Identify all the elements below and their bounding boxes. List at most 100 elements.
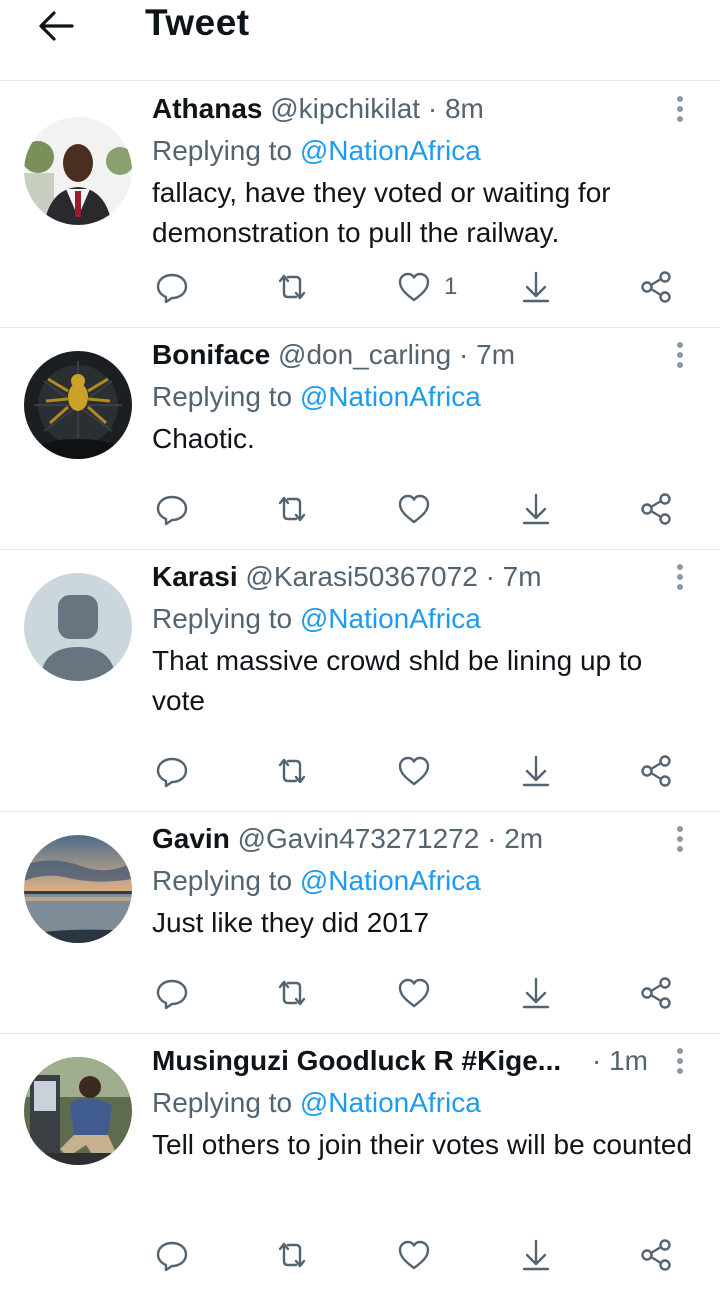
replying-to: Replying to @NationAfrica [152, 1083, 481, 1123]
heart-icon [398, 1240, 430, 1270]
author-handle[interactable]: @Gavin473271272 [238, 823, 480, 854]
reply-button[interactable] [154, 751, 190, 791]
replying-to: Replying to @NationAfrica [152, 599, 481, 639]
more-options-icon[interactable] [668, 821, 692, 857]
download-button[interactable] [518, 489, 554, 529]
replying-to: Replying to @NationAfrica [152, 377, 481, 417]
more-options-icon[interactable] [668, 1043, 692, 1079]
mention-link[interactable]: @NationAfrica [300, 135, 481, 166]
download-button[interactable] [518, 267, 554, 307]
share-button[interactable] [638, 751, 674, 791]
tweet-time[interactable]: 1m [609, 1045, 648, 1076]
replying-to: Replying to @NationAfrica [152, 861, 481, 901]
reply-button[interactable] [154, 1235, 190, 1275]
replying-label: Replying to [152, 865, 293, 896]
tweet-actions [152, 489, 692, 529]
author-name[interactable]: Musinguzi Goodluck R #Kige... [152, 1045, 561, 1076]
reply-icon [156, 757, 188, 788]
mention-link[interactable]: @NationAfrica [300, 603, 481, 634]
share-button[interactable] [638, 489, 674, 529]
more-options-icon[interactable] [668, 91, 692, 127]
tweet-item[interactable]: Musinguzi Goodluck R #Kige... · 1m Reply… [0, 1033, 720, 1289]
reply-icon [156, 273, 188, 304]
separator-dot: · [427, 93, 438, 124]
replying-to: Replying to @NationAfrica [152, 131, 481, 171]
retweet-button[interactable] [274, 489, 310, 529]
retweet-button[interactable] [274, 751, 310, 791]
reply-button[interactable] [154, 973, 190, 1013]
more-options-icon[interactable] [668, 337, 692, 373]
tweet-time[interactable]: 7m [503, 561, 542, 592]
replying-label: Replying to [152, 603, 293, 634]
replying-label: Replying to [152, 381, 293, 412]
tweet-header: Karasi @Karasi50367072 · 7m [152, 557, 652, 597]
mention-link[interactable]: @NationAfrica [300, 865, 481, 896]
avatar[interactable] [24, 1057, 132, 1165]
mention-link[interactable]: @NationAfrica [300, 1087, 481, 1118]
tweet-item[interactable]: Karasi @Karasi50367072 · 7m Replying to … [0, 549, 720, 812]
author-name[interactable]: Gavin [152, 823, 230, 854]
tweet-time[interactable]: 7m [476, 339, 515, 370]
heart-icon [398, 978, 430, 1008]
tweet-header: Gavin @Gavin473271272 · 2m [152, 819, 652, 859]
tweet-header: Boniface @don_carling · 7m [152, 335, 652, 375]
retweet-button[interactable] [274, 1235, 310, 1275]
separator-dot: · [592, 1045, 602, 1076]
author-name[interactable]: Athanas [152, 93, 262, 124]
tweet-time[interactable]: 2m [504, 823, 543, 854]
heart-icon [398, 272, 430, 302]
reply-button[interactable] [154, 267, 190, 307]
replying-label: Replying to [152, 135, 293, 166]
author-name[interactable]: Karasi [152, 561, 238, 592]
share-icon [641, 493, 671, 525]
download-button[interactable] [518, 973, 554, 1013]
retweet-icon [278, 274, 306, 300]
reply-button[interactable] [154, 489, 190, 529]
page-title: Tweet [145, 2, 250, 43]
like-button[interactable]: 1 [396, 267, 457, 307]
more-options-icon[interactable] [668, 559, 692, 595]
avatar[interactable] [24, 835, 132, 943]
separator-dot: · [459, 339, 469, 370]
author-handle[interactable]: @kipchikilat [270, 93, 420, 124]
avatar[interactable] [24, 573, 132, 681]
replying-label: Replying to [152, 1087, 293, 1118]
arrow-left-icon[interactable] [36, 8, 76, 44]
tweet-text: fallacy, have they voted or waiting for … [152, 177, 611, 248]
share-button[interactable] [638, 267, 674, 307]
retweet-button[interactable] [274, 267, 310, 307]
heart-icon [398, 756, 430, 786]
author-name[interactable]: Boniface [152, 339, 270, 370]
share-icon [641, 271, 671, 303]
tweet-text: That massive crowd shld be lining up to … [152, 645, 643, 716]
download-icon [522, 755, 550, 787]
retweet-button[interactable] [274, 973, 310, 1013]
retweet-icon [278, 980, 306, 1006]
download-button[interactable] [518, 1235, 554, 1275]
tweet-text: Chaotic. [152, 423, 255, 454]
tweet-header: Athanas @kipchikilat · 8m [152, 89, 652, 129]
download-button[interactable] [518, 751, 554, 791]
like-button[interactable] [396, 751, 444, 791]
tweet-meta: · 1m [592, 1041, 648, 1081]
tweet-actions: 1 [152, 267, 692, 307]
retweet-icon [278, 1242, 306, 1268]
share-icon [641, 977, 671, 1009]
tweet-actions [152, 1235, 692, 1275]
tweet-item[interactable]: Boniface @don_carling · 7m Replying to @… [0, 327, 720, 550]
avatar[interactable] [24, 117, 132, 225]
author-handle[interactable]: @don_carling [278, 339, 451, 370]
mention-link[interactable]: @NationAfrica [300, 381, 481, 412]
like-button[interactable] [396, 489, 444, 529]
tweet-item[interactable]: Athanas @kipchikilat · 8m Replying to @N… [0, 81, 720, 328]
author-handle[interactable]: @Karasi50367072 [245, 561, 477, 592]
tweet-item[interactable]: Gavin @Gavin473271272 · 2m Replying to @… [0, 811, 720, 1034]
share-button[interactable] [638, 1235, 674, 1275]
share-button[interactable] [638, 973, 674, 1013]
like-button[interactable] [396, 1235, 444, 1275]
download-icon [522, 1239, 550, 1271]
tweet-actions [152, 751, 692, 791]
tweet-time[interactable]: 8m [445, 93, 484, 124]
like-button[interactable] [396, 973, 444, 1013]
avatar[interactable] [24, 351, 132, 459]
